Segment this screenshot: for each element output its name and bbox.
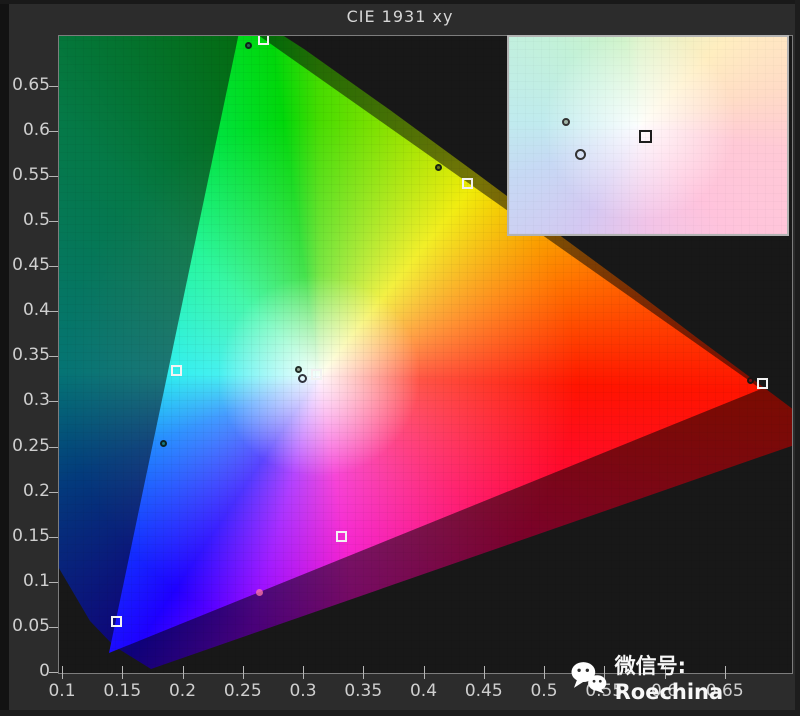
x-axis-tick-label: 0.45 [452,681,516,701]
x-axis-tick-label: 0.1 [30,681,94,701]
y-axis-tick-label: 0 [0,661,50,681]
y-axis-tick-label: 0.25 [0,436,50,456]
y-axis-tick-label: 0.45 [0,255,50,275]
y-axis-tick-label: 0.35 [0,345,50,365]
y-axis-tick-mark [49,401,58,402]
watermark: 微信号: Roechina [570,650,800,704]
marker-measured_points-yellow [435,164,442,171]
window-frame-bottom [0,710,800,716]
y-axis-tick-mark [49,627,58,628]
y-axis-tick-mark [49,356,58,357]
wechat-icon [570,661,608,694]
y-axis-tick-mark [49,131,58,132]
chart-title: CIE 1931 xy [0,7,800,26]
y-axis-tick-mark [49,582,58,583]
y-axis-tick-mark [49,176,58,177]
y-axis-tick-label: 0.65 [0,75,50,95]
y-axis-tick-label: 0.05 [0,616,50,636]
marker-gamut_targets-blue [111,616,122,627]
y-axis-tick-mark [49,672,58,673]
x-axis-tick-mark [243,666,244,679]
inset-marker-white_measured_b [575,149,586,160]
marker-gamut_targets-red [757,378,768,389]
marker-measured_points-white_b [298,374,307,383]
marker-gamut_targets-cyan [171,365,182,376]
x-axis-tick-mark [544,666,545,679]
cie-chart-window: CIE 1931 xy 00.050.10.150.20.250.30.350.… [0,0,800,716]
marker-gamut_targets-yellow [462,178,473,189]
white-point-zoom-inset [507,35,789,236]
y-axis-tick-label: 0.2 [0,481,50,501]
x-axis-tick-mark [122,666,123,679]
inset-marker-white_measured_a [562,118,570,126]
x-axis-tick-mark [183,666,184,679]
marker-gamut_targets-white [311,369,322,380]
y-axis-tick-label: 0.4 [0,300,50,320]
y-axis-tick-mark [49,221,58,222]
y-axis-tick-label: 0.1 [0,571,50,591]
y-axis-tick-label: 0.6 [0,120,50,140]
marker-measured_points-red [747,377,754,384]
x-axis-tick-label: 0.35 [331,681,395,701]
y-axis-tick-mark [49,447,58,448]
marker-gamut_targets-green [258,35,269,45]
y-axis-tick-mark [49,86,58,87]
x-axis-tick-mark [62,666,63,679]
y-axis-tick-label: 0.15 [0,526,50,546]
y-axis-tick-mark [49,492,58,493]
x-axis-tick-mark [424,666,425,679]
watermark-label: 微信号: Roechina [615,650,800,704]
x-axis-tick-label: 0.5 [512,681,576,701]
x-axis-tick-mark [303,666,304,679]
marker-gamut_targets-magenta [336,531,347,542]
y-axis-tick-mark [49,537,58,538]
x-axis-tick-mark [363,666,364,679]
y-axis-tick-label: 0.55 [0,165,50,185]
x-axis-tick-label: 0.4 [392,681,456,701]
x-axis-tick-mark [484,666,485,679]
inset-marker-white_target [639,130,652,143]
y-axis-tick-label: 0.5 [0,210,50,230]
window-frame-right [795,0,800,716]
y-axis-tick-label: 0.3 [0,390,50,410]
x-axis-tick-label: 0.3 [271,681,335,701]
window-frame-top [0,0,800,4]
y-axis-tick-mark [49,266,58,267]
x-axis-tick-label: 0.25 [211,681,275,701]
y-axis-tick-mark [49,311,58,312]
x-axis-tick-label: 0.2 [151,681,215,701]
x-axis-tick-label: 0.15 [90,681,154,701]
